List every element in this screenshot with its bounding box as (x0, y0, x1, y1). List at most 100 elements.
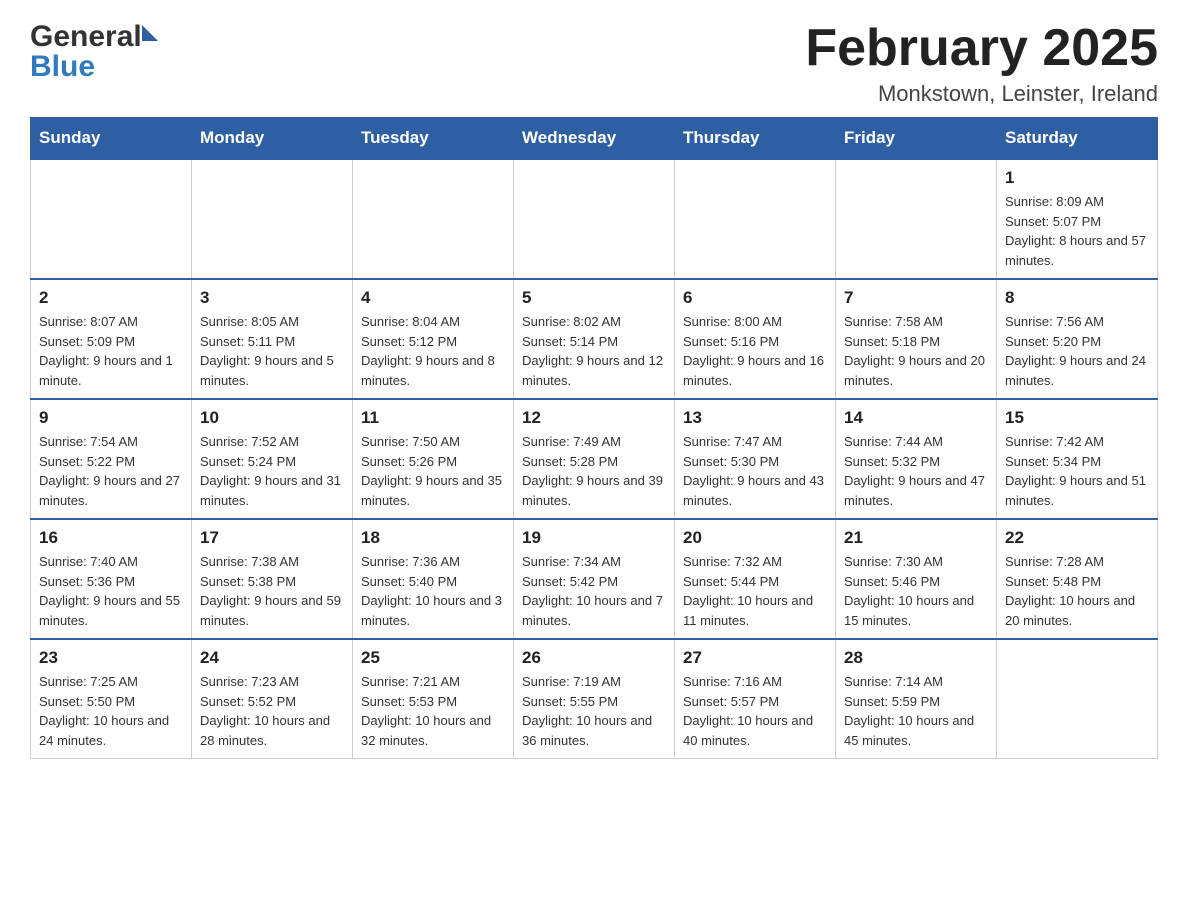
logo-triangle-icon (142, 25, 158, 41)
day-info: Sunrise: 7:44 AMSunset: 5:32 PMDaylight:… (844, 432, 988, 510)
header-saturday: Saturday (997, 118, 1158, 160)
calendar-cell-w5-d5: 27 Sunrise: 7:16 AMSunset: 5:57 PMDayligh… (675, 639, 836, 759)
calendar-cell-w2-d1: 2Sunrise: 8:07 AMSunset: 5:09 PMDaylight… (31, 279, 192, 399)
calendar-cell-w3-d7: 15 Sunrise: 7:42 AMSunset: 5:34 PMDayligh… (997, 399, 1158, 519)
day-number: 8 (1005, 288, 1149, 308)
calendar-cell-w5-d6: 28Sunrise: 7:14 AMSunset: 5:59 PMDayligh… (836, 639, 997, 759)
day-info: Sunrise: 7:14 AMSunset: 5:59 PMDaylight:… (844, 672, 988, 750)
day-number: 5 (522, 288, 666, 308)
day-info: Sunrise: 7:16 AMSunset: 5:57 PMDaylight:… (683, 672, 827, 750)
calendar-cell-w1-d3 (353, 159, 514, 279)
calendar-cell-w4-d3: 18 Sunrise: 7:36 AMSunset: 5:40 PMDayligh… (353, 519, 514, 639)
calendar-cell-w3-d4: 12 Sunrise: 7:49 AMSunset: 5:28 PMDayligh… (514, 399, 675, 519)
calendar-cell-w3-d1: 9 Sunrise: 7:54 AMSunset: 5:22 PMDaylight… (31, 399, 192, 519)
day-info: Sunrise: 7:34 AMSunset: 5:42 PMDaylight:… (522, 552, 666, 630)
day-number: 24 (200, 648, 344, 668)
logo: General Blue (30, 20, 158, 84)
day-info: Sunrise: 8:00 AMSunset: 5:16 PMDaylight:… (683, 312, 827, 390)
calendar-cell-w2-d7: 8 Sunrise: 7:56 AMSunset: 5:20 PMDaylight… (997, 279, 1158, 399)
calendar-cell-w1-d7: 1 Sunrise: 8:09 AMSunset: 5:07 PMDaylight… (997, 159, 1158, 279)
calendar-cell-w5-d2: 24 Sunrise: 7:23 AMSunset: 5:52 PMDayligh… (192, 639, 353, 759)
day-info: Sunrise: 7:28 AMSunset: 5:48 PMDaylight:… (1005, 552, 1149, 630)
day-number: 17 (200, 528, 344, 548)
day-info: Sunrise: 7:47 AMSunset: 5:30 PMDaylight:… (683, 432, 827, 510)
day-info: Sunrise: 7:19 AMSunset: 5:55 PMDaylight:… (522, 672, 666, 750)
calendar-cell-w1-d4 (514, 159, 675, 279)
calendar-cell-w1-d1 (31, 159, 192, 279)
day-number: 11 (361, 408, 505, 428)
calendar-header: Sunday Monday Tuesday Wednesday Thursday… (31, 118, 1158, 160)
day-number: 19 (522, 528, 666, 548)
day-info: Sunrise: 7:42 AMSunset: 5:34 PMDaylight:… (1005, 432, 1149, 510)
header-wednesday: Wednesday (514, 118, 675, 160)
day-info: Sunrise: 7:38 AMSunset: 5:38 PMDaylight:… (200, 552, 344, 630)
day-number: 12 (522, 408, 666, 428)
page-header: General Blue February 2025 Monkstown, Le… (30, 20, 1158, 107)
calendar-cell-w3-d2: 10 Sunrise: 7:52 AMSunset: 5:24 PMDayligh… (192, 399, 353, 519)
calendar-cell-w2-d4: 5 Sunrise: 8:02 AMSunset: 5:14 PMDaylight… (514, 279, 675, 399)
day-number: 7 (844, 288, 988, 308)
day-info: Sunrise: 7:58 AMSunset: 5:18 PMDaylight:… (844, 312, 988, 390)
day-info: Sunrise: 7:49 AMSunset: 5:28 PMDaylight:… (522, 432, 666, 510)
day-info: Sunrise: 7:23 AMSunset: 5:52 PMDaylight:… (200, 672, 344, 750)
header-sunday: Sunday (31, 118, 192, 160)
calendar-cell-w5-d7 (997, 639, 1158, 759)
day-info: Sunrise: 8:02 AMSunset: 5:14 PMDaylight:… (522, 312, 666, 390)
header-monday: Monday (192, 118, 353, 160)
day-number: 23 (39, 648, 183, 668)
calendar-cell-w4-d6: 21 Sunrise: 7:30 AMSunset: 5:46 PMDayligh… (836, 519, 997, 639)
calendar-body: 1 Sunrise: 8:09 AMSunset: 5:07 PMDaylight… (31, 159, 1158, 759)
week-row-5: 23Sunrise: 7:25 AMSunset: 5:50 PMDayligh… (31, 639, 1158, 759)
calendar-cell-w2-d6: 7 Sunrise: 7:58 AMSunset: 5:18 PMDaylight… (836, 279, 997, 399)
calendar-cell-w1-d5 (675, 159, 836, 279)
calendar-cell-w1-d2 (192, 159, 353, 279)
calendar-cell-w4-d7: 22Sunrise: 7:28 AMSunset: 5:48 PMDayligh… (997, 519, 1158, 639)
day-number: 27 (683, 648, 827, 668)
header-tuesday: Tuesday (353, 118, 514, 160)
calendar-cell-w4-d4: 19 Sunrise: 7:34 AMSunset: 5:42 PMDayligh… (514, 519, 675, 639)
header-friday: Friday (836, 118, 997, 160)
calendar-cell-w3-d3: 11 Sunrise: 7:50 AMSunset: 5:26 PMDayligh… (353, 399, 514, 519)
day-info: Sunrise: 7:54 AMSunset: 5:22 PMDaylight:… (39, 432, 183, 510)
day-info: Sunrise: 7:40 AMSunset: 5:36 PMDaylight:… (39, 552, 183, 630)
day-number: 21 (844, 528, 988, 548)
calendar-cell-w2-d3: 4Sunrise: 8:04 AMSunset: 5:12 PMDaylight… (353, 279, 514, 399)
day-number: 20 (683, 528, 827, 548)
location-text: Monkstown, Leinster, Ireland (805, 81, 1158, 107)
day-info: Sunrise: 7:32 AMSunset: 5:44 PMDaylight:… (683, 552, 827, 630)
day-info: Sunrise: 7:50 AMSunset: 5:26 PMDaylight:… (361, 432, 505, 510)
day-info: Sunrise: 8:09 AMSunset: 5:07 PMDaylight:… (1005, 192, 1149, 270)
logo-general-text: General (30, 20, 142, 54)
calendar-cell-w2-d5: 6 Sunrise: 8:00 AMSunset: 5:16 PMDaylight… (675, 279, 836, 399)
day-number: 9 (39, 408, 183, 428)
calendar-cell-w4-d1: 16Sunrise: 7:40 AMSunset: 5:36 PMDayligh… (31, 519, 192, 639)
calendar-table: Sunday Monday Tuesday Wednesday Thursday… (30, 117, 1158, 759)
day-info: Sunrise: 7:21 AMSunset: 5:53 PMDaylight:… (361, 672, 505, 750)
week-row-1: 1 Sunrise: 8:09 AMSunset: 5:07 PMDaylight… (31, 159, 1158, 279)
day-number: 25 (361, 648, 505, 668)
calendar-cell-w4-d2: 17 Sunrise: 7:38 AMSunset: 5:38 PMDayligh… (192, 519, 353, 639)
day-number: 6 (683, 288, 827, 308)
calendar-cell-w5-d4: 26 Sunrise: 7:19 AMSunset: 5:55 PMDayligh… (514, 639, 675, 759)
day-number: 1 (1005, 168, 1149, 188)
day-info: Sunrise: 8:04 AMSunset: 5:12 PMDaylight:… (361, 312, 505, 390)
calendar-cell-w3-d5: 13Sunrise: 7:47 AMSunset: 5:30 PMDayligh… (675, 399, 836, 519)
day-number: 18 (361, 528, 505, 548)
day-number: 26 (522, 648, 666, 668)
day-info: Sunrise: 7:30 AMSunset: 5:46 PMDaylight:… (844, 552, 988, 630)
day-number: 15 (1005, 408, 1149, 428)
day-info: Sunrise: 8:05 AMSunset: 5:11 PMDaylight:… (200, 312, 344, 390)
week-row-3: 9 Sunrise: 7:54 AMSunset: 5:22 PMDaylight… (31, 399, 1158, 519)
day-info: Sunrise: 7:56 AMSunset: 5:20 PMDaylight:… (1005, 312, 1149, 390)
week-row-4: 16Sunrise: 7:40 AMSunset: 5:36 PMDayligh… (31, 519, 1158, 639)
day-info: Sunrise: 7:52 AMSunset: 5:24 PMDaylight:… (200, 432, 344, 510)
calendar-cell-w3-d6: 14Sunrise: 7:44 AMSunset: 5:32 PMDayligh… (836, 399, 997, 519)
header-thursday: Thursday (675, 118, 836, 160)
day-header-row: Sunday Monday Tuesday Wednesday Thursday… (31, 118, 1158, 160)
day-number: 10 (200, 408, 344, 428)
calendar-cell-w1-d6 (836, 159, 997, 279)
day-number: 3 (200, 288, 344, 308)
calendar-cell-w5-d1: 23Sunrise: 7:25 AMSunset: 5:50 PMDayligh… (31, 639, 192, 759)
calendar-cell-w4-d5: 20 Sunrise: 7:32 AMSunset: 5:44 PMDayligh… (675, 519, 836, 639)
day-info: Sunrise: 7:36 AMSunset: 5:40 PMDaylight:… (361, 552, 505, 630)
